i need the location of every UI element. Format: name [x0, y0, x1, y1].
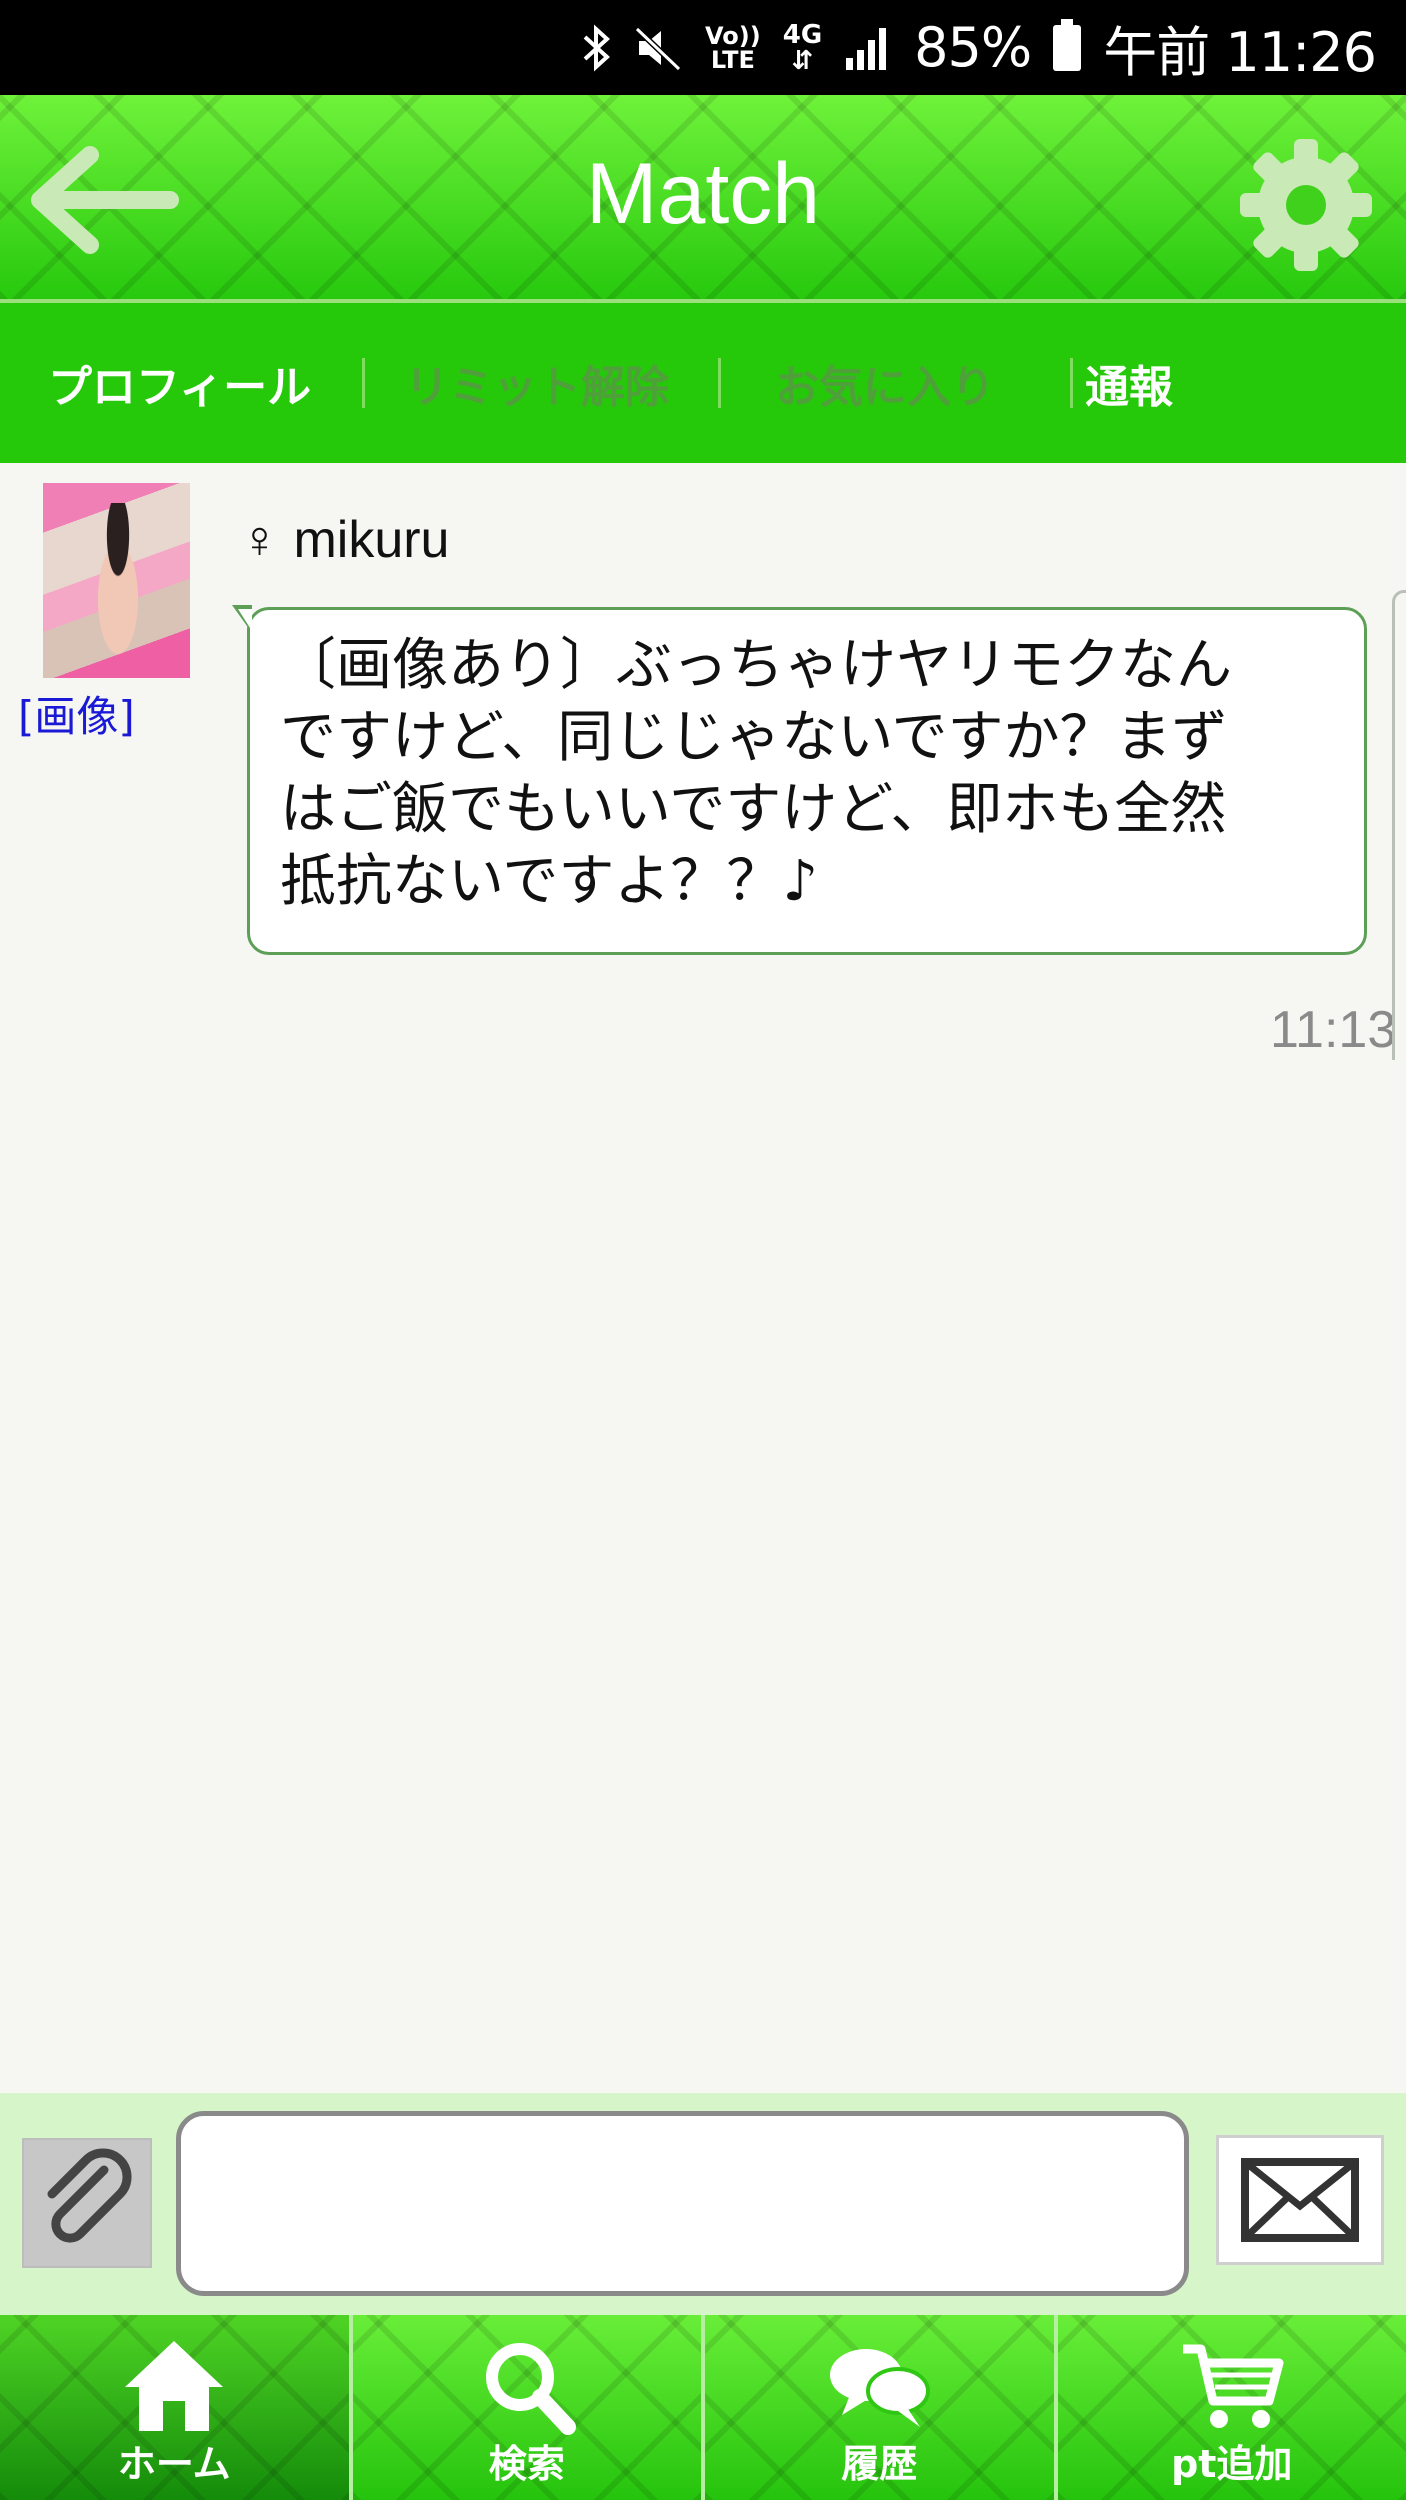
cart-icon	[1182, 2344, 1284, 2428]
image-link[interactable]: [画像]	[18, 683, 135, 744]
tab-divider	[1070, 358, 1073, 408]
message-bubble: 〔画像あり〕ぶっちゃけヤリモクなん ですけど、同じじゃないですか？まず はご飯で…	[247, 607, 1367, 955]
envelope-icon[interactable]	[1216, 2135, 1384, 2265]
tab-divider	[718, 358, 721, 408]
bluetooth-icon	[581, 23, 611, 73]
message-line: ですけど、同じじゃないですか？まず	[280, 705, 1228, 770]
paperclip-icon[interactable]	[22, 2138, 152, 2268]
battery-percent: 85%	[914, 16, 1032, 79]
volte-icon: Vo)) LTE	[705, 21, 761, 74]
nav-add-points[interactable]: pt追加	[1057, 2315, 1406, 2500]
nav-history-label: 履歴	[841, 2442, 918, 2486]
avatar-photo	[83, 503, 153, 663]
tab-limit-release[interactable]: リミット解除	[405, 351, 669, 415]
message-line: 抵抗ないですよ？？♪	[280, 849, 819, 914]
nav-add-points-label: pt追加	[1171, 2442, 1293, 2486]
4g-icon: 4G ⇵	[782, 19, 823, 76]
message-line: はご飯でもいいですけど、即ホも全然	[280, 777, 1227, 842]
status-bar: Vo)) LTE 4G ⇵ 85% 午前 11:26	[0, 0, 1406, 95]
app-header: Match	[0, 95, 1406, 303]
tab-profile[interactable]: プロフィール	[48, 351, 311, 415]
tab-bar: プロフィール リミット解除 お気に入り 通報	[0, 303, 1406, 463]
search-icon	[485, 2343, 576, 2435]
nav-history[interactable]: 履歴	[705, 2315, 1054, 2500]
tab-favorite[interactable]: お気に入り	[775, 351, 995, 415]
female-icon: ♀	[240, 511, 279, 569]
nav-home[interactable]: ホーム	[0, 2315, 349, 2500]
sender-name: ♀ mikuru	[240, 510, 449, 570]
nav-search[interactable]: 検索	[352, 2315, 701, 2500]
gear-icon[interactable]	[1236, 135, 1376, 275]
compose-bar	[0, 2093, 1406, 2315]
tab-divider	[362, 358, 365, 408]
battery-icon	[1053, 18, 1082, 71]
sender-username: mikuru	[293, 511, 450, 569]
nav-search-label: 検索	[488, 2442, 565, 2486]
nav-home-label: ホーム	[117, 2442, 231, 2486]
chat-bubbles-icon	[830, 2349, 931, 2427]
message-time: 11:13	[1270, 1001, 1397, 1059]
signal-icon	[844, 26, 892, 70]
page-title: Match	[585, 146, 821, 242]
bottom-nav: ホーム 検索 履歴 pt追加	[0, 2315, 1406, 2500]
bubble-tail-fill	[238, 609, 252, 631]
avatar[interactable]	[43, 483, 190, 678]
tab-report[interactable]: 通報	[1085, 351, 1173, 415]
message-input[interactable]	[176, 2111, 1189, 2296]
message-line: 〔画像あり〕ぶっちゃけヤリモクなん	[280, 633, 1232, 698]
clock: 午前 11:26	[1103, 21, 1377, 84]
home-icon	[125, 2341, 224, 2431]
mute-icon	[633, 23, 683, 73]
next-bubble-edge	[1392, 590, 1406, 1060]
